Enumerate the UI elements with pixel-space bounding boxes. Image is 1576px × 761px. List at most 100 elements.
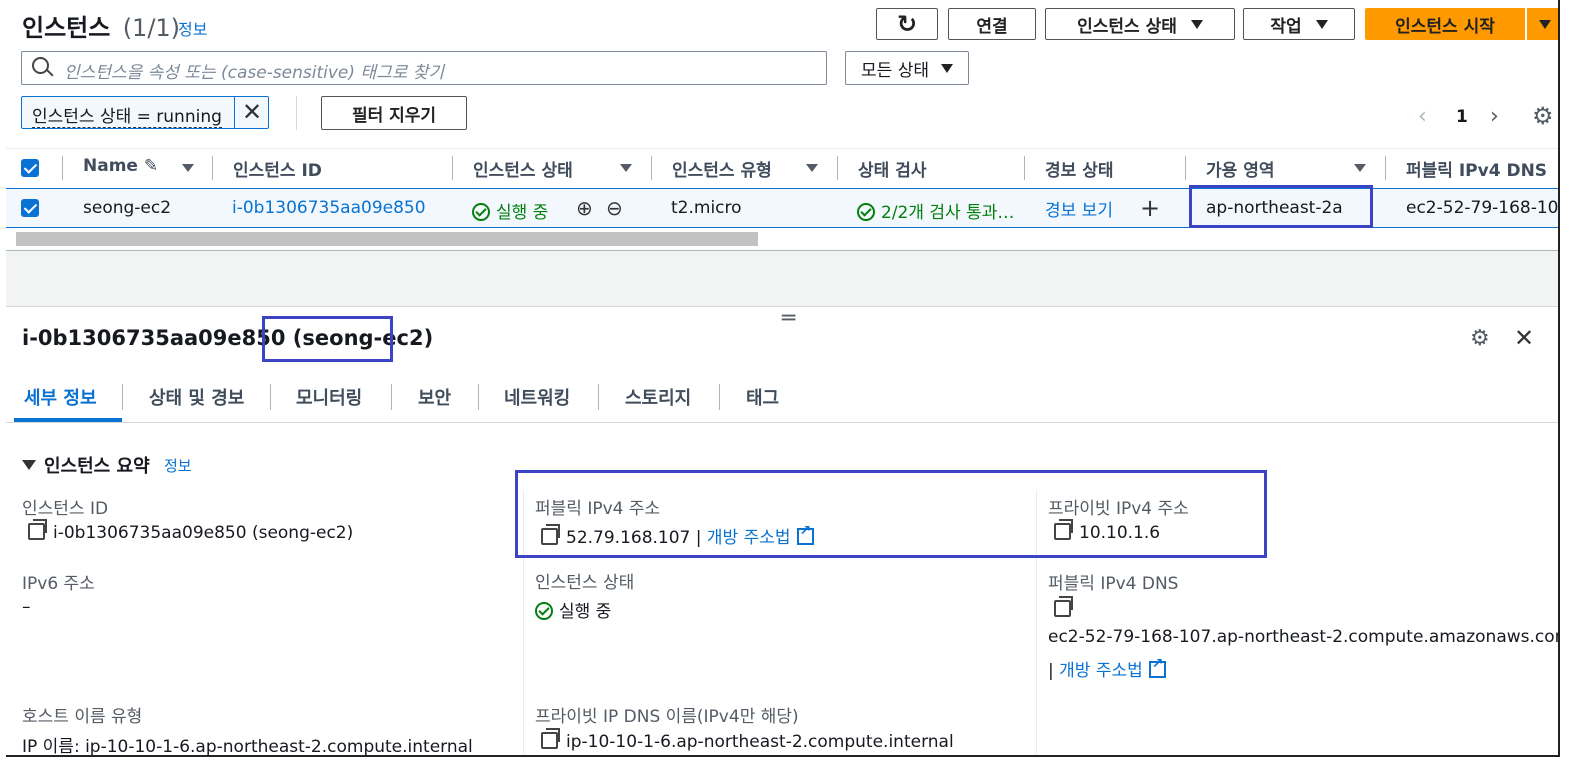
copy-icon[interactable] (541, 728, 560, 749)
tab-networking[interactable]: 네트워킹 (504, 384, 570, 410)
state-filter-select[interactable]: 모든 상태 (845, 51, 969, 85)
close-panel-icon[interactable]: ✕ (1514, 324, 1534, 352)
divider (296, 96, 297, 130)
launch-instance-button[interactable]: 인스턴스 시작 (1365, 8, 1525, 40)
tab-separator (598, 384, 599, 410)
public-dns-copy[interactable] (1054, 596, 1079, 620)
column-header-availability-zone[interactable]: 가용 영역 (1206, 156, 1274, 181)
copy-icon[interactable] (28, 519, 47, 540)
column-header-public-dns[interactable]: 퍼블릭 IPv4 DNS (1406, 156, 1547, 181)
gear-icon[interactable]: ⚙ (1470, 326, 1490, 351)
tab-security[interactable]: 보안 (418, 384, 451, 410)
instance-id-text: i-0b1306735aa09e850 (seong-ec2) (53, 523, 354, 543)
private-dns-value: ip-10-10-1-6.ap-northeast-2.compute.inte… (541, 728, 954, 752)
view-alarms-link[interactable]: 경보 보기 (1045, 196, 1113, 221)
row-instance-type: t2.micro (671, 198, 742, 218)
instance-state-label: 인스턴스 상태 (1077, 16, 1177, 37)
summary-title: 인스턴스 요약 (44, 456, 150, 477)
add-alarm-icon[interactable]: + (1140, 194, 1160, 222)
collapse-icon (22, 460, 36, 470)
external-link-icon (1148, 656, 1166, 678)
clear-filters-label: 필터 지우기 (351, 105, 437, 126)
public-dns-link-label: 개방 주소법 (1059, 661, 1143, 681)
copy-icon[interactable] (1054, 596, 1073, 617)
hostname-type-label: 호스트 이름 유형 (22, 707, 143, 727)
ec2-console-frame: 인스턴스 (1/1) 정보 ↻ 연결 인스턴스 상태 작업 인스턴스 시작 인스… (6, 0, 1560, 757)
sort-icon[interactable] (620, 164, 632, 172)
filter-token: 인스턴스 상태 = running ✕ (21, 96, 269, 129)
row-name: seong-ec2 (83, 198, 172, 218)
tab-separator (122, 384, 123, 410)
column-separator (1024, 156, 1025, 180)
select-all-checkbox[interactable] (21, 159, 39, 177)
state-label: 인스턴스 상태 (535, 573, 635, 593)
row-checkbox[interactable] (21, 199, 39, 217)
prev-page-icon[interactable]: ‹ (1418, 104, 1427, 129)
zoom-in-icon[interactable]: ⊕ (576, 196, 593, 220)
tab-details[interactable]: 세부 정보 (24, 384, 97, 410)
sort-icon[interactable] (806, 164, 818, 172)
search-icon-handle (46, 69, 54, 77)
column-header-status-check[interactable]: 상태 검사 (858, 156, 926, 181)
page-number[interactable]: 1 (1456, 107, 1468, 127)
tab-monitoring[interactable]: 모니터링 (296, 384, 362, 410)
column-header-alarm-status[interactable]: 경보 상태 (1045, 156, 1113, 181)
summary-header[interactable]: 인스턴스 요약 (22, 452, 150, 478)
caret-down-icon (940, 63, 953, 73)
highlight-box-az (1189, 185, 1373, 228)
success-check-icon (472, 203, 490, 221)
row-state: 실행 중 (472, 198, 548, 223)
instance-state-dropdown[interactable]: 인스턴스 상태 (1045, 8, 1235, 40)
filter-token-divider (234, 97, 235, 128)
state-value-text: 실행 중 (559, 602, 612, 622)
caret-down-icon (1539, 19, 1551, 29)
page-title: 인스턴스 (1/1) (22, 8, 180, 43)
tabs-bottom-border (6, 422, 1558, 423)
public-dns-value: ec2-52-79-168-107.ap-northeast-2.compute… (1048, 627, 1560, 647)
horizontal-scrollbar[interactable] (16, 232, 758, 246)
ipv6-value: – (22, 597, 31, 617)
tab-separator (719, 384, 720, 410)
zoom-out-icon[interactable]: ⊖ (606, 196, 623, 220)
gear-icon[interactable]: ⚙ (1532, 102, 1554, 130)
public-dns-label: 퍼블릭 IPv4 DNS (1048, 574, 1179, 594)
row-instance-id-link[interactable]: i-0b1306735aa09e850 (232, 198, 426, 218)
summary-info-link[interactable]: 정보 (164, 455, 192, 476)
column-header-instance-type[interactable]: 인스턴스 유형 (672, 156, 772, 181)
detail-instance-id: i-0b1306735aa09e850 (22, 326, 286, 350)
clear-filters-button[interactable]: 필터 지우기 (321, 96, 467, 130)
row-status-check-label: 2/2개 검사 통과… (881, 203, 1015, 223)
column-separator (62, 156, 63, 180)
refresh-button[interactable]: ↻ (876, 8, 938, 40)
next-page-icon[interactable]: › (1490, 104, 1499, 129)
tab-separator (391, 384, 392, 410)
column-header-instance-state[interactable]: 인스턴스 상태 (473, 156, 573, 181)
row-status-check: 2/2개 검사 통과… (857, 198, 1014, 223)
ipv6-label: IPv6 주소 (22, 574, 95, 594)
split-gap (6, 250, 1558, 306)
actions-dropdown[interactable]: 작업 (1243, 8, 1355, 40)
filter-token-label[interactable]: 인스턴스 상태 = running (32, 102, 222, 128)
public-dns-open-link[interactable]: 개방 주소법 (1059, 656, 1166, 681)
search-input[interactable]: 인스턴스을 속성 또는 (case-sensitive) 태그로 찾기 (21, 51, 827, 85)
tab-tags[interactable]: 태그 (746, 384, 779, 410)
connect-button[interactable]: 연결 (948, 8, 1036, 40)
column-separator (212, 156, 213, 180)
sort-icon[interactable] (182, 164, 194, 172)
launch-options-dropdown[interactable] (1527, 8, 1558, 40)
pipe-separator: | (1048, 661, 1054, 681)
resize-handle-icon[interactable]: ═ (782, 306, 795, 331)
info-link[interactable]: 정보 (178, 16, 207, 40)
instance-id-label: 인스턴스 ID (22, 499, 109, 519)
column-header-name[interactable]: Name ✎ (83, 156, 158, 176)
instance-id-value: i-0b1306735aa09e850 (seong-ec2) (28, 519, 354, 543)
sort-icon[interactable] (1354, 164, 1366, 172)
state-value: 실행 중 (535, 597, 611, 622)
row-state-label: 실행 중 (496, 203, 549, 223)
column-name-label: Name (83, 156, 138, 176)
tab-status-alarms[interactable]: 상태 및 경보 (149, 384, 244, 410)
close-icon[interactable]: ✕ (242, 98, 262, 126)
tab-storage[interactable]: 스토리지 (625, 384, 691, 410)
column-header-instance-id[interactable]: 인스턴스 ID (233, 156, 322, 181)
highlight-box-name (262, 316, 393, 362)
